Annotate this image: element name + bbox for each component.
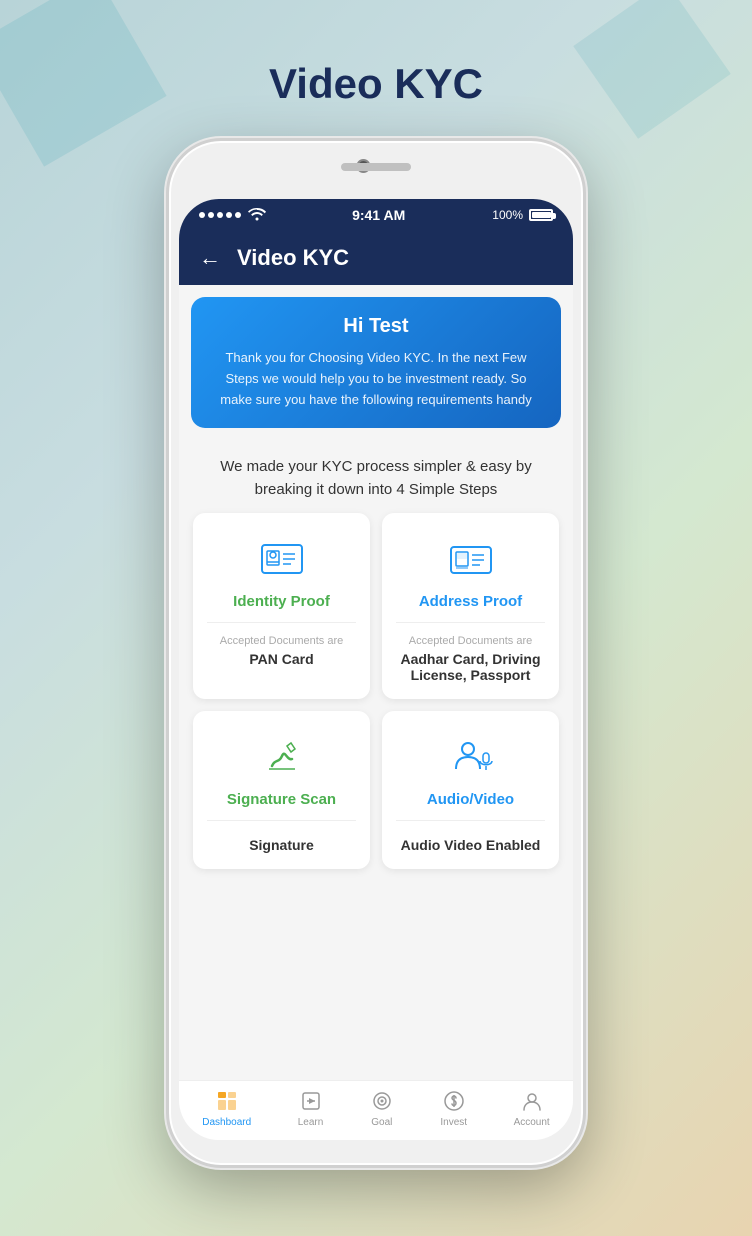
bg-decoration-tr — [559, 0, 744, 153]
bg-decoration-tl — [0, 0, 192, 192]
status-bar: 9:41 AM 100% — [179, 199, 573, 231]
signature-doc-value: Signature — [249, 837, 314, 853]
tab-invest-label: Invest — [440, 1117, 467, 1128]
tab-account[interactable]: Account — [514, 1089, 550, 1128]
phone-speaker — [341, 163, 411, 171]
learn-icon — [299, 1089, 323, 1113]
wifi-icon — [249, 207, 265, 223]
tab-dashboard-label: Dashboard — [202, 1117, 251, 1128]
tab-account-label: Account — [514, 1117, 550, 1128]
address-doc-label: Accepted Documents are — [409, 635, 533, 647]
status-right: 100% — [492, 208, 553, 222]
tab-invest[interactable]: Invest — [440, 1089, 467, 1128]
audio-video-title: Audio/Video — [427, 791, 514, 808]
identity-doc-value: PAN Card — [249, 651, 313, 667]
phone-screen: 9:41 AM 100% ← Video KYC Hi Test Thank y… — [179, 199, 573, 1140]
audio-video-icon — [446, 731, 496, 781]
audio-video-card[interactable]: Audio/Video Audio Video Enabled — [382, 711, 559, 869]
account-icon — [520, 1089, 544, 1113]
phone-btn-vol-up — [166, 356, 169, 411]
address-proof-title: Address Proof — [419, 593, 522, 610]
battery-icon — [529, 209, 553, 221]
identity-proof-card[interactable]: Identity Proof Accepted Documents are PA… — [193, 513, 370, 699]
battery-percentage: 100% — [492, 208, 523, 222]
phone-btn-power — [583, 341, 586, 401]
phone-frame: 9:41 AM 100% ← Video KYC Hi Test Thank y… — [166, 138, 586, 1168]
tab-dashboard[interactable]: Dashboard — [202, 1089, 251, 1128]
tab-goal[interactable]: Goal — [370, 1089, 394, 1128]
address-doc-value: Aadhar Card, Driving License, Passport — [396, 651, 545, 683]
signature-scan-card[interactable]: Signature Scan Signature — [193, 711, 370, 869]
goal-icon — [370, 1089, 394, 1113]
signature-scan-title: Signature Scan — [227, 791, 336, 808]
tab-learn[interactable]: Learn — [298, 1089, 324, 1128]
back-button[interactable]: ← — [199, 245, 221, 271]
tab-bar: Dashboard Learn — [179, 1080, 573, 1140]
page-title: Video KYC — [269, 60, 483, 108]
welcome-banner: Hi Test Thank you for Choosing Video KYC… — [191, 297, 561, 428]
dashboard-icon — [215, 1089, 239, 1113]
kyc-cards-grid: Identity Proof Accepted Documents are PA… — [191, 513, 561, 881]
phone-btn-vol-down — [166, 426, 169, 481]
signature-scan-icon — [257, 731, 307, 781]
subtitle-text: We made your KYC process simpler & easy … — [191, 440, 561, 513]
banner-description: Thank you for Choosing Video KYC. In the… — [211, 348, 541, 410]
tab-learn-label: Learn — [298, 1117, 324, 1128]
card-divider-3 — [207, 820, 356, 821]
status-time: 9:41 AM — [352, 207, 405, 223]
card-divider-4 — [396, 820, 545, 821]
identity-proof-title: Identity Proof — [233, 593, 330, 610]
status-left — [199, 207, 265, 223]
address-proof-icon — [446, 533, 496, 583]
invest-icon — [442, 1089, 466, 1113]
signal-indicator — [199, 212, 241, 218]
nav-title: Video KYC — [237, 245, 349, 271]
identity-doc-label: Accepted Documents are — [220, 635, 344, 647]
address-proof-card[interactable]: Address Proof Accepted Documents are Aad… — [382, 513, 559, 699]
card-divider-1 — [207, 622, 356, 623]
card-divider-2 — [396, 622, 545, 623]
tab-goal-label: Goal — [371, 1117, 392, 1128]
nav-bar: ← Video KYC — [179, 231, 573, 285]
phone-btn-mute — [166, 301, 169, 341]
screen-content: We made your KYC process simpler & easy … — [179, 440, 573, 1080]
audio-video-doc-value: Audio Video Enabled — [401, 837, 541, 853]
identity-proof-icon — [257, 533, 307, 583]
banner-greeting: Hi Test — [211, 315, 541, 338]
